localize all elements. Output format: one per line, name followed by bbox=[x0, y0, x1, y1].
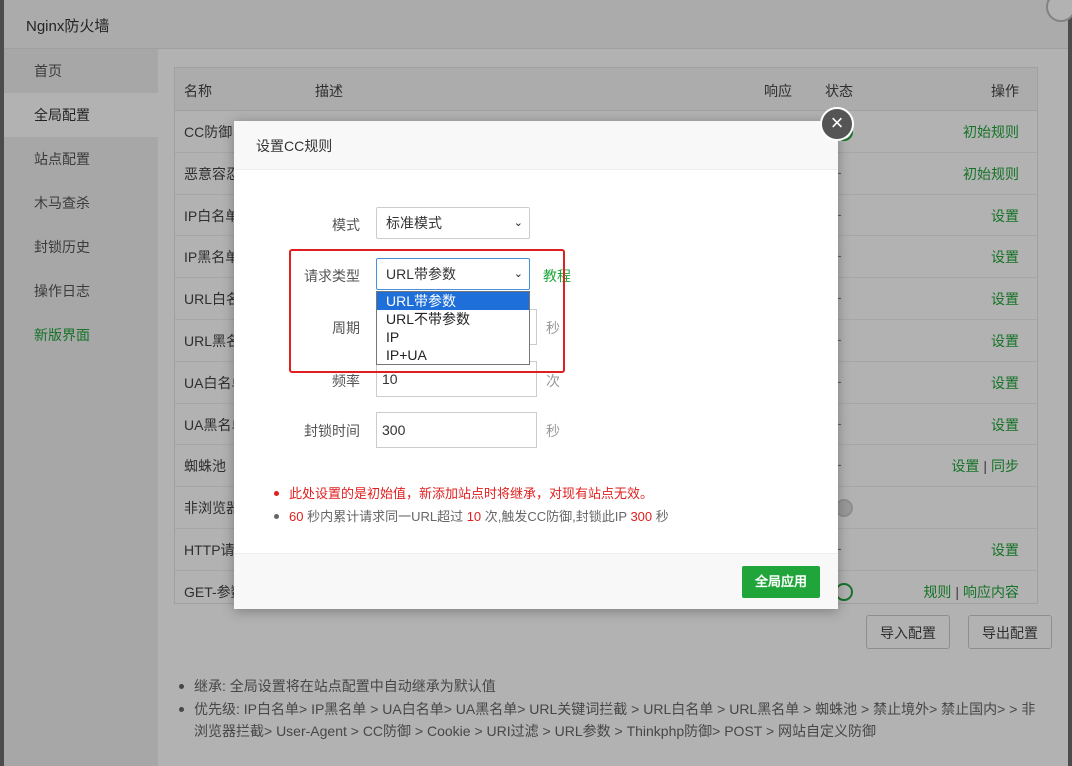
mode-select[interactable]: 标准模式 ⌄ bbox=[376, 207, 530, 239]
period-unit: 秒 bbox=[546, 320, 560, 336]
tutorial-link[interactable]: 教程 bbox=[543, 266, 571, 286]
summary-text: 秒 bbox=[652, 509, 669, 524]
option-url-with-params[interactable]: URL带参数 bbox=[377, 292, 529, 310]
dialog-notes: 此处设置的是初始值，新添加站点时将继承，对现有站点无效。 60 秒内累计请求同一… bbox=[272, 482, 669, 528]
chevron-down-icon: ⌄ bbox=[513, 268, 523, 280]
option-ip-ua[interactable]: IP+UA bbox=[377, 346, 529, 364]
summary-text: 次,触发CC防御,封锁此IP bbox=[481, 509, 631, 524]
request-type-select[interactable]: URL带参数 ⌄ bbox=[376, 258, 530, 290]
block-time-label: 封锁时间 bbox=[304, 423, 360, 439]
cc-rule-dialog: 设置CC规则 模式 标准模式 ⌄ 请求类型 URL带参数 ⌄ 教程 周期 秒 频… bbox=[234, 121, 838, 609]
global-apply-button[interactable]: 全局应用 bbox=[741, 566, 820, 598]
frequency-label: 频率 bbox=[332, 373, 360, 389]
frequency-input[interactable]: 10 bbox=[376, 361, 537, 397]
summary-period: 60 bbox=[289, 509, 304, 524]
summary-text: 秒内累计请求同一URL超过 bbox=[303, 509, 467, 524]
dialog-header: 设置CC规则 bbox=[234, 121, 838, 170]
chevron-down-icon: ⌄ bbox=[513, 217, 523, 229]
warning-note: 此处设置的是初始值，新添加站点时将继承，对现有站点无效。 bbox=[272, 482, 669, 505]
block-time-input[interactable]: 300 bbox=[376, 412, 537, 448]
request-type-select-value: URL带参数 bbox=[386, 266, 457, 282]
frequency-unit: 次 bbox=[546, 373, 560, 389]
request-type-label: 请求类型 bbox=[304, 268, 360, 284]
summary-note: 60 秒内累计请求同一URL超过 10 次,触发CC防御,封锁此IP 300 秒 bbox=[272, 505, 669, 528]
dialog-footer: 全局应用 bbox=[234, 553, 838, 609]
dialog-title: 设置CC规则 bbox=[256, 138, 333, 154]
mode-label: 模式 bbox=[332, 217, 360, 233]
mode-select-value: 标准模式 bbox=[386, 215, 442, 231]
period-label: 周期 bbox=[332, 320, 360, 336]
dialog-close-icon[interactable]: × bbox=[820, 107, 854, 141]
request-type-dropdown: URL带参数 URL不带参数 IP IP+UA bbox=[376, 291, 530, 365]
option-ip[interactable]: IP bbox=[377, 328, 529, 346]
block-time-unit: 秒 bbox=[546, 423, 560, 439]
summary-frequency: 10 bbox=[466, 509, 482, 524]
summary-block-time: 300 bbox=[630, 509, 653, 524]
option-url-without-params[interactable]: URL不带参数 bbox=[377, 310, 529, 328]
